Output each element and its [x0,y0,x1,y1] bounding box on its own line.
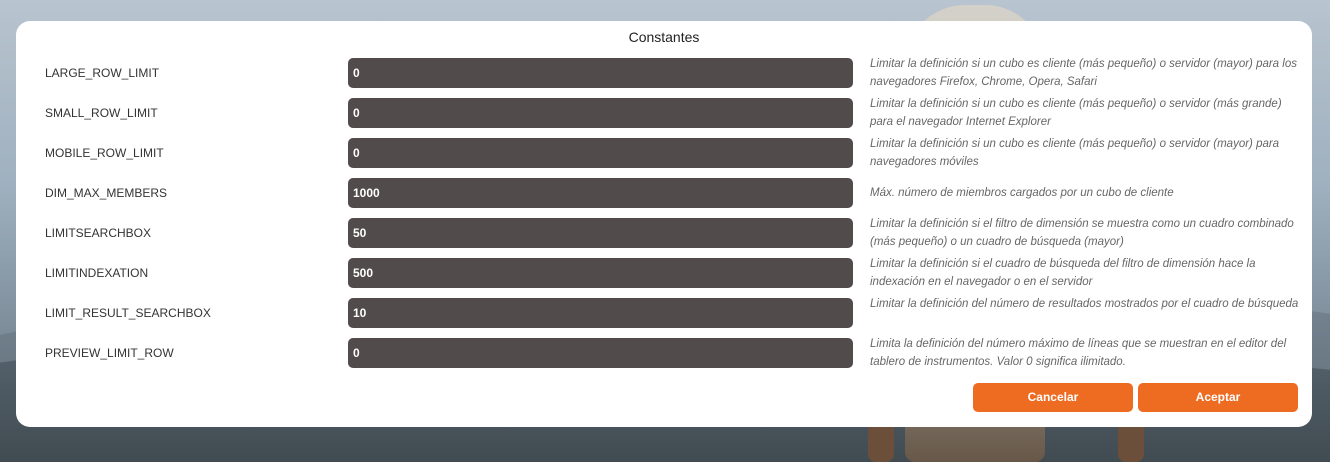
constant-row-limitindexation: LIMITINDEXATION Limitar la definición si… [16,258,1312,288]
constants-dialog: Constantes LARGE_ROW_LIMIT Limitar la de… [16,21,1312,427]
constant-description: Limitar la definición si un cubo es clie… [870,138,1280,168]
constant-description: Limita la definición del número máximo d… [870,338,1287,368]
constant-row-large-row-limit: LARGE_ROW_LIMIT Limitar la definición si… [16,58,1312,88]
limit-result-searchbox-input[interactable] [348,298,853,328]
constant-row-limit-result-searchbox: LIMIT_RESULT_SEARCHBOX Limitar la defini… [16,298,1312,328]
constant-name: DIM_MAX_MEMBERS [45,186,168,200]
constant-name: LIMIT_RESULT_SEARCHBOX [45,306,211,320]
limitsearchbox-input[interactable] [348,218,853,248]
preview-limit-row-input[interactable] [348,338,853,368]
mobile-row-limit-input[interactable] [348,138,853,168]
cancel-button[interactable]: Cancelar [973,383,1133,412]
constant-row-preview-limit-row: PREVIEW_LIMIT_ROW Limita la definición d… [16,338,1312,368]
constant-name: LIMITINDEXATION [45,266,149,280]
dim-max-members-input[interactable] [348,178,853,208]
limitindexation-input[interactable] [348,258,853,288]
constant-row-mobile-row-limit: MOBILE_ROW_LIMIT Limitar la definición s… [16,138,1312,168]
constant-name: LARGE_ROW_LIMIT [45,66,160,80]
large-row-limit-input[interactable] [348,58,853,88]
constant-row-dim-max-members: DIM_MAX_MEMBERS Máx. número de miembros … [16,178,1312,208]
constant-name: SMALL_ROW_LIMIT [45,106,158,120]
accept-button[interactable]: Aceptar [1138,383,1298,412]
constant-name: PREVIEW_LIMIT_ROW [45,346,174,360]
constant-name: MOBILE_ROW_LIMIT [45,146,164,160]
constant-description: Máx. número de miembros cargados por un … [870,187,1174,199]
constant-name: LIMITSEARCHBOX [45,226,152,240]
constant-row-limitsearchbox: LIMITSEARCHBOX Limitar la definición si … [16,218,1312,248]
constant-description: Limitar la definición si un cubo es clie… [870,58,1297,88]
constant-description: Limitar la definición si el cuadro de bú… [870,258,1256,288]
small-row-limit-input[interactable] [348,98,853,128]
constant-description: Limitar la definición si un cubo es clie… [870,98,1282,128]
constant-row-small-row-limit: SMALL_ROW_LIMIT Limitar la definición si… [16,98,1312,128]
dialog-title: Constantes [628,29,700,45]
constant-description: Limitar la definición si el filtro de di… [870,218,1294,248]
constant-description: Limitar la definición del número de resu… [870,298,1299,310]
